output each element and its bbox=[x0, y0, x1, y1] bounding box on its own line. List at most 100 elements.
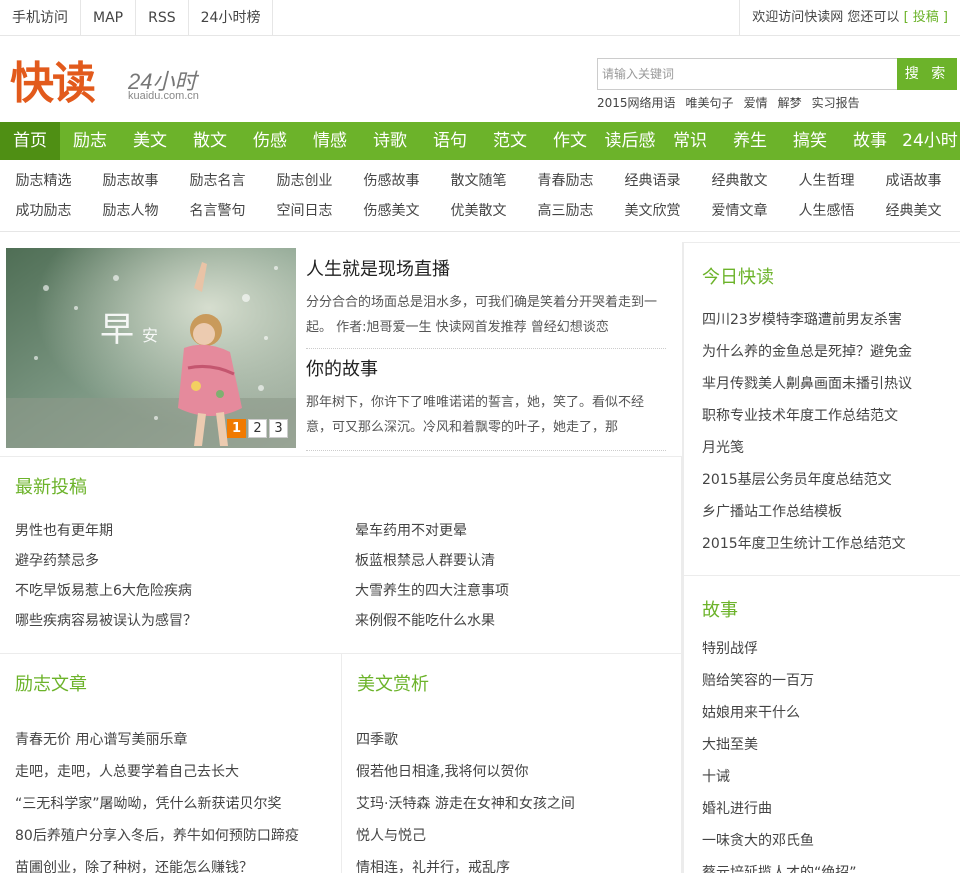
feature-title[interactable]: 人生就是现场直播 bbox=[306, 256, 666, 284]
hot-keyword[interactable]: 实习报告 bbox=[812, 94, 860, 111]
today-quick-read-box: 今日快读 四川23岁模特李璐遭前男友杀害 为什么养的金鱼总是死掉？避免金 芈月传… bbox=[683, 242, 960, 576]
submit-article-link[interactable]: [ 投稿 ] bbox=[904, 10, 948, 25]
list-item[interactable]: 苗圃创业，除了种树，还能怎么赚钱？ bbox=[15, 857, 253, 873]
nav-item[interactable]: 情感 bbox=[300, 122, 360, 160]
sub-nav-item[interactable]: 成功励志 bbox=[0, 196, 87, 226]
list-item[interactable]: 十诫 bbox=[702, 766, 730, 786]
sub-nav-item[interactable]: 伤感美文 bbox=[348, 196, 435, 226]
nav-item[interactable]: 养生 bbox=[720, 122, 780, 160]
list-item[interactable]: 一味贪大的邓氏鱼 bbox=[702, 830, 814, 850]
slider-page-2[interactable]: 2 bbox=[248, 419, 267, 438]
list-item[interactable]: 2015年度卫生统计工作总结范文 bbox=[702, 533, 906, 553]
list-item[interactable]: 板蓝根禁忌人群要认清 bbox=[355, 550, 495, 570]
list-item[interactable]: 避孕药禁忌多 bbox=[15, 550, 99, 570]
slider-page-3[interactable]: 3 bbox=[269, 419, 288, 438]
sub-nav-item[interactable]: 励志人物 bbox=[87, 196, 174, 226]
nav-item[interactable]: 语句 bbox=[420, 122, 480, 160]
hot-keyword[interactable]: 爱情 bbox=[744, 94, 768, 111]
sub-nav-item[interactable]: 伤感故事 bbox=[348, 166, 435, 196]
sub-nav-item[interactable]: 经典美文 bbox=[870, 196, 957, 226]
sub-nav-item[interactable]: 爱情文章 bbox=[696, 196, 783, 226]
list-item[interactable]: 青春无价 用心谱写美丽乐章 bbox=[15, 729, 187, 749]
list-item[interactable]: 为什么养的金鱼总是死掉？避免金 bbox=[702, 341, 912, 361]
search-input[interactable]: 请输入关键词 bbox=[597, 58, 897, 90]
list-item[interactable]: 职称专业技术年度工作总结范文 bbox=[702, 405, 898, 425]
feature-title[interactable]: 你的故事 bbox=[306, 356, 666, 384]
sub-nav-item[interactable]: 励志故事 bbox=[87, 166, 174, 196]
list-item[interactable]: 不吃早饭易惹上6大危险疾病 bbox=[15, 580, 192, 600]
sub-nav-item[interactable]: 美文欣赏 bbox=[609, 196, 696, 226]
sub-nav-item[interactable]: 人生感悟 bbox=[783, 196, 870, 226]
list-item[interactable]: “三无科学家”屠呦呦，凭什么新获诺贝尔奖 bbox=[15, 793, 282, 813]
list-item[interactable]: 情相连，礼并行，戒乱序 bbox=[356, 857, 510, 873]
search-button[interactable]: 搜 索 bbox=[897, 58, 957, 90]
nav-item[interactable]: 诗歌 bbox=[360, 122, 420, 160]
list-item[interactable]: 哪些疾病容易被误认为感冒？ bbox=[15, 610, 197, 630]
list-item[interactable]: 婚礼进行曲 bbox=[702, 798, 772, 818]
story-title[interactable]: 故事 bbox=[702, 596, 738, 622]
list-item[interactable]: 赔给笑容的一百万 bbox=[702, 670, 814, 690]
sub-nav-item[interactable]: 成语故事 bbox=[870, 166, 957, 196]
sub-nav-item[interactable]: 散文随笔 bbox=[435, 166, 522, 196]
sub-nav: 励志精选 励志故事 励志名言 励志创业 伤感故事 散文随笔 青春励志 经典语录 … bbox=[0, 160, 960, 232]
list-item[interactable]: 男性也有更年期 bbox=[15, 520, 113, 540]
nav-item[interactable]: 作文 bbox=[540, 122, 600, 160]
today-title[interactable]: 今日快读 bbox=[702, 263, 774, 289]
image-slider[interactable]: 早 安 1 2 3 bbox=[6, 248, 296, 448]
list-item[interactable]: 大拙至美 bbox=[702, 734, 758, 754]
list-item[interactable]: 特别战俘 bbox=[702, 638, 758, 658]
hot-keyword[interactable]: 唯美句子 bbox=[686, 94, 734, 111]
list-item[interactable]: 2015基层公务员年度总结范文 bbox=[702, 469, 892, 489]
list-item[interactable]: 蔡元培延揽人才的“绝招” bbox=[702, 862, 857, 873]
list-item[interactable]: 月光笺 bbox=[702, 437, 744, 457]
nav-item[interactable]: 美文 bbox=[120, 122, 180, 160]
nav-item[interactable]: 24小时 bbox=[900, 122, 960, 160]
sub-nav-item[interactable]: 高三励志 bbox=[522, 196, 609, 226]
sub-nav-item[interactable]: 经典语录 bbox=[609, 166, 696, 196]
nav-item[interactable]: 伤感 bbox=[240, 122, 300, 160]
meiwen-title[interactable]: 美文赏析 bbox=[357, 670, 429, 696]
nav-home[interactable]: 首页 bbox=[0, 122, 60, 160]
map-link[interactable]: MAP bbox=[81, 0, 137, 36]
feature-desc: 那年树下，你许下了唯唯诺诺的誓言，她，笑了。看似不经意，可又那么深沉。冷风和着飘… bbox=[306, 395, 645, 435]
site-logo[interactable]: 快读 24小时 kuaidu.com.cn bbox=[10, 56, 199, 112]
nav-item[interactable]: 故事 bbox=[840, 122, 900, 160]
nav-item[interactable]: 读后感 bbox=[600, 122, 660, 160]
hot-keyword[interactable]: 解梦 bbox=[778, 94, 802, 111]
sub-nav-item[interactable]: 青春励志 bbox=[522, 166, 609, 196]
list-item[interactable]: 假若他日相逢,我将何以贺你 bbox=[356, 761, 528, 781]
slider-page-1[interactable]: 1 bbox=[227, 419, 246, 438]
list-item[interactable]: 四川23岁模特李璐遭前男友杀害 bbox=[702, 309, 902, 329]
sub-nav-item[interactable]: 励志创业 bbox=[261, 166, 348, 196]
latest-title[interactable]: 最新投稿 bbox=[15, 473, 87, 499]
list-item[interactable]: 艾玛·沃特森 游走在女神和女孩之间 bbox=[356, 793, 575, 813]
lizhi-title[interactable]: 励志文章 bbox=[15, 670, 87, 696]
list-item[interactable]: 大雪养生的四大注意事项 bbox=[355, 580, 509, 600]
sub-nav-item[interactable]: 励志精选 bbox=[0, 166, 87, 196]
sub-nav-item[interactable]: 人生哲理 bbox=[783, 166, 870, 196]
24h-rank-link[interactable]: 24小时榜 bbox=[189, 0, 274, 36]
sub-nav-item[interactable]: 优美散文 bbox=[435, 196, 522, 226]
sub-nav-item[interactable]: 励志名言 bbox=[174, 166, 261, 196]
rss-link[interactable]: RSS bbox=[136, 0, 189, 36]
mobile-link[interactable]: 手机访问 bbox=[0, 0, 81, 36]
list-item[interactable]: 芈月传戮美人劓鼻画面未播引热议 bbox=[702, 373, 912, 393]
nav-item[interactable]: 励志 bbox=[60, 122, 120, 160]
list-item[interactable]: 悦人与悦己 bbox=[356, 825, 426, 845]
list-item[interactable]: 四季歌 bbox=[356, 729, 398, 749]
hot-keyword[interactable]: 2015网络用语 bbox=[597, 94, 676, 111]
list-item[interactable]: 80后养殖户分享入冬后，养牛如何预防口蹄疫 bbox=[15, 825, 299, 845]
sub-nav-item[interactable]: 经典散文 bbox=[696, 166, 783, 196]
list-item[interactable]: 乡广播站工作总结模板 bbox=[702, 501, 842, 521]
list-item[interactable]: 晕车药用不对更晕 bbox=[355, 520, 467, 540]
nav-item[interactable]: 散文 bbox=[180, 122, 240, 160]
nav-item[interactable]: 范文 bbox=[480, 122, 540, 160]
list-item[interactable]: 姑娘用来干什么 bbox=[702, 702, 800, 722]
nav-item[interactable]: 搞笑 bbox=[780, 122, 840, 160]
list-item[interactable]: 来例假不能吃什么水果 bbox=[355, 610, 495, 630]
nav-item[interactable]: 常识 bbox=[660, 122, 720, 160]
sub-nav-item[interactable]: 名言警句 bbox=[174, 196, 261, 226]
list-item[interactable]: 走吧，走吧，人总要学着自己去长大 bbox=[15, 761, 239, 781]
logo-text: 快读 bbox=[10, 58, 96, 109]
sub-nav-item[interactable]: 空间日志 bbox=[261, 196, 348, 226]
